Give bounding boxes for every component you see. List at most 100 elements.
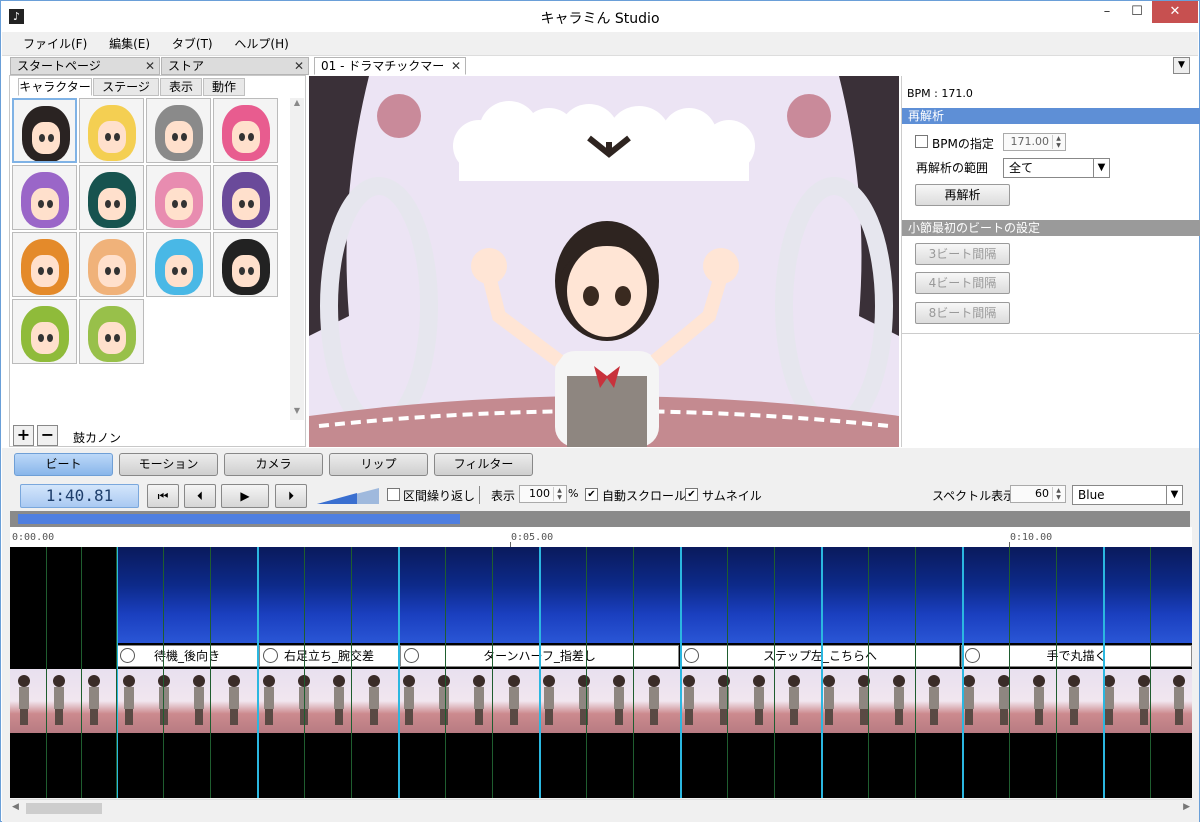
ruler-tick: 0:00.00 — [12, 532, 55, 543]
menu-help[interactable]: ヘルプ(H) — [225, 32, 297, 56]
character-thumbnail[interactable] — [79, 232, 144, 297]
circle-icon[interactable] — [965, 648, 980, 663]
circle-icon[interactable] — [404, 648, 419, 663]
previous-button[interactable]: ⏴ — [184, 484, 216, 508]
tab-display[interactable]: 表示 — [160, 78, 202, 96]
character-thumbnail[interactable] — [79, 299, 144, 364]
stage-viewport[interactable] — [309, 76, 899, 447]
range-select[interactable]: 全て ▼ — [1003, 158, 1110, 178]
add-character-button[interactable]: + — [13, 425, 34, 446]
spinner-icon[interactable]: ▲ ▼ — [1052, 135, 1064, 149]
tab-camera[interactable]: カメラ — [224, 453, 323, 476]
tab-lip[interactable]: リップ — [329, 453, 428, 476]
analysis-panel: BPM : 171.0 再解析 BPMの指定 171.00 ▲ ▼ 再解析の範囲 … — [901, 76, 1200, 447]
character-thumbnail[interactable] — [79, 98, 144, 163]
seek-progress — [18, 514, 460, 524]
character-thumbnail[interactable] — [12, 165, 77, 230]
horizontal-scrollbar[interactable]: ◀ ▶ — [10, 799, 1192, 816]
autoscroll-checkbox[interactable]: ✔ — [585, 488, 598, 501]
motion-block[interactable]: ステップ左_こちらへ — [680, 645, 960, 667]
bpm-specify-checkbox[interactable] — [915, 135, 928, 148]
character-face — [88, 172, 136, 228]
skip-start-icon: ⏮ — [157, 489, 169, 503]
display-label: 表示 — [491, 489, 516, 503]
tab-filter[interactable]: フィルター — [434, 453, 533, 476]
character-thumbnail[interactable] — [12, 232, 77, 297]
spinner-icon[interactable]: ▲ ▼ — [553, 487, 565, 501]
next-button[interactable]: ⏵ — [275, 484, 307, 508]
skip-to-start-button[interactable]: ⏮ — [147, 484, 179, 508]
first-beat-header: 小節最初のビートの設定 — [902, 220, 1200, 236]
tab-document[interactable]: 01 - ドラマチックマーケ… ✕ — [314, 57, 466, 89]
beat-line — [1056, 547, 1057, 798]
thumbnail-frame — [823, 675, 835, 727]
character-thumbnail[interactable] — [12, 98, 77, 163]
seek-bar[interactable] — [10, 511, 1190, 527]
character-thumbnail[interactable] — [146, 232, 211, 297]
display-zoom-field[interactable]: 100 ▲ ▼ — [519, 485, 567, 503]
tab-motion-mode[interactable]: モーション — [119, 453, 218, 476]
beat-line — [915, 547, 916, 798]
vertical-scrollbar[interactable]: ▲ ▼ — [290, 98, 304, 420]
thumbnail-frame — [88, 675, 100, 727]
close-icon[interactable]: ✕ — [294, 58, 304, 74]
color-select[interactable]: Blue ▼ — [1072, 485, 1183, 505]
character-thumbnail[interactable] — [146, 98, 211, 163]
beat3-button[interactable]: 3ビート間隔 — [915, 243, 1010, 265]
play-button[interactable]: ▶ — [221, 484, 269, 508]
thumbnail-frame — [123, 675, 135, 727]
character-thumbnail[interactable] — [79, 165, 144, 230]
tab-list-dropdown[interactable]: ▼ — [1173, 57, 1190, 74]
character-face — [88, 239, 136, 295]
volume-slider[interactable] — [317, 488, 379, 504]
circle-icon[interactable] — [684, 648, 699, 663]
sub-tabs: キャラクター ステージ 表示 動作 — [10, 76, 305, 96]
motion-block[interactable]: 待機_後向き — [116, 645, 258, 667]
spinner-icon[interactable]: ▲ ▼ — [1052, 487, 1064, 501]
menu-file[interactable]: ファイル(F) — [14, 32, 96, 56]
ruler-tick: 0:05.00 — [511, 532, 554, 543]
beat8-button[interactable]: 8ビート間隔 — [915, 302, 1010, 324]
remove-character-button[interactable]: − — [37, 425, 58, 446]
thumbnail-checkbox[interactable]: ✔ — [685, 488, 698, 501]
tab-store[interactable]: ストア ✕ — [161, 57, 309, 75]
character-face — [21, 306, 69, 362]
tab-character[interactable]: キャラクター — [18, 78, 92, 96]
motion-block[interactable]: 右足立ち_腕交差 — [259, 645, 399, 667]
tab-start-page[interactable]: スタートページ ✕ — [10, 57, 160, 75]
reanalyze-button[interactable]: 再解析 — [915, 184, 1010, 206]
maximize-button[interactable]: ☐ — [1121, 1, 1153, 23]
character-thumbnail[interactable] — [213, 98, 278, 163]
menu-edit[interactable]: 編集(E) — [100, 32, 159, 56]
thumbnail-frame — [158, 675, 170, 727]
chevron-up-icon[interactable]: ▲ — [290, 98, 304, 112]
character-thumbnail[interactable] — [213, 232, 278, 297]
character-thumbnail[interactable] — [12, 299, 77, 364]
step-forward-icon: ⏵ — [287, 489, 294, 503]
tab-stage[interactable]: ステージ — [93, 78, 159, 96]
tab-motion[interactable]: 動作 — [203, 78, 245, 96]
beat4-button[interactable]: 4ビート間隔 — [915, 272, 1010, 294]
minimize-button[interactable]: – — [1091, 1, 1123, 23]
scroll-thumb[interactable] — [26, 803, 102, 814]
tab-beat[interactable]: ビート — [14, 453, 113, 476]
spectrum-field[interactable]: 60 ▲ ▼ — [1010, 485, 1066, 503]
circle-icon[interactable] — [263, 648, 278, 663]
thumbnail-frame — [1138, 675, 1150, 727]
loop-checkbox[interactable] — [387, 488, 400, 501]
character-grid — [12, 98, 290, 398]
beat-track[interactable]: 待機_後向き 右足立ち_腕交差 ターンハーフ_指差し ステップ左_こちらへ 手で… — [10, 547, 1192, 798]
close-icon[interactable]: ✕ — [451, 58, 461, 74]
thumbnail-frame — [193, 675, 205, 727]
close-icon[interactable]: ✕ — [145, 58, 155, 74]
character-thumbnail[interactable] — [146, 165, 211, 230]
menu-tab[interactable]: タブ(T) — [163, 32, 222, 56]
chevron-left-icon[interactable]: ◀ — [12, 802, 19, 812]
bpm-value-field[interactable]: 171.00 ▲ ▼ — [1003, 133, 1066, 151]
motion-block[interactable]: 手で丸描く — [961, 645, 1192, 667]
chevron-right-icon[interactable]: ▶ — [1183, 802, 1190, 812]
chevron-down-icon[interactable]: ▼ — [290, 406, 304, 420]
character-thumbnail[interactable] — [213, 165, 278, 230]
circle-icon[interactable] — [120, 648, 135, 663]
close-button[interactable]: ✕ — [1152, 1, 1198, 23]
